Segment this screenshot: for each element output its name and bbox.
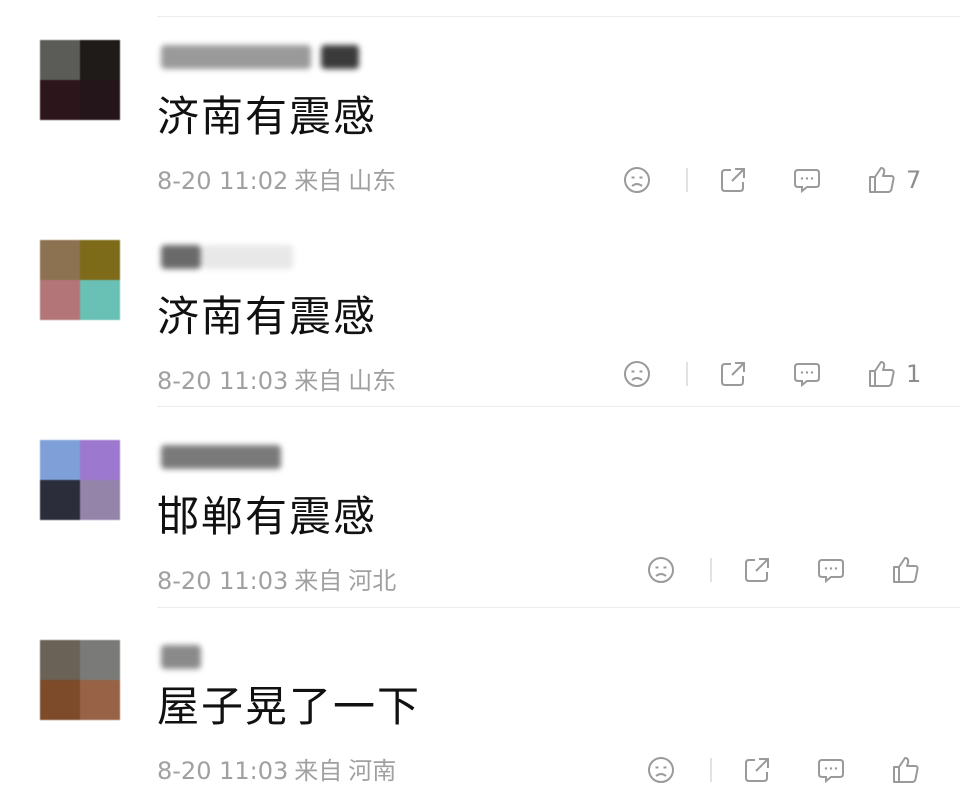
comment-time: 8-20 11:02 <box>157 167 289 195</box>
username-redacted[interactable] <box>161 639 206 675</box>
like-button[interactable] <box>890 554 922 586</box>
share-button[interactable] <box>742 755 772 785</box>
like-button[interactable]: 1 <box>866 358 921 390</box>
comment-item: 济南有震感 8-20 11:02 来自 山东 7 <box>0 17 960 217</box>
dislike-button[interactable] <box>646 755 676 785</box>
avatar[interactable] <box>40 40 120 120</box>
comment-meta: 8-20 11:03 来自 河北 <box>157 565 396 597</box>
sad-face-icon <box>648 557 674 583</box>
comment-text: 济南有震感 <box>157 292 378 341</box>
comment-time: 8-20 11:03 <box>157 757 289 785</box>
comment-actions: 7 <box>622 163 921 197</box>
comment-icon <box>794 169 820 194</box>
dislike-button[interactable] <box>646 555 676 585</box>
from-label: 来自 <box>294 167 343 195</box>
username-redacted[interactable] <box>161 239 301 275</box>
sad-face-icon <box>648 757 674 783</box>
dislike-button[interactable] <box>622 359 652 389</box>
comment-actions <box>646 753 922 787</box>
like-button[interactable] <box>890 754 922 786</box>
comment-location: 河南 <box>348 757 397 785</box>
thumbs-up-icon <box>893 757 919 783</box>
comment-icon <box>818 559 844 584</box>
row-divider <box>157 406 960 407</box>
avatar[interactable] <box>40 640 120 720</box>
comment-item: 邯郸有震感 8-20 11:03 来自 河北 <box>0 417 960 617</box>
comment-icon <box>794 363 820 388</box>
username-redacted[interactable] <box>161 439 286 475</box>
comment-button[interactable] <box>792 359 822 389</box>
share-button[interactable] <box>718 359 748 389</box>
comment-location: 山东 <box>348 167 397 195</box>
avatar[interactable] <box>40 240 120 320</box>
share-icon <box>721 362 745 386</box>
share-icon <box>721 168 745 192</box>
from-label: 来自 <box>294 367 343 395</box>
share-icon <box>745 758 769 782</box>
share-icon <box>745 558 769 582</box>
comment-text: 邯郸有震感 <box>157 492 378 541</box>
comment-item: 屋子晃了一下 8-20 11:03 来自 河南 <box>0 617 960 795</box>
divider <box>686 362 688 386</box>
share-button[interactable] <box>718 165 748 195</box>
comment-button[interactable] <box>816 755 846 785</box>
comment-button[interactable] <box>792 165 822 195</box>
comment-meta: 8-20 11:03 来自 山东 <box>157 365 396 397</box>
divider <box>710 758 712 782</box>
divider <box>710 558 712 582</box>
thumbs-up-icon <box>869 167 895 193</box>
comment-icon <box>818 759 844 784</box>
like-button[interactable]: 7 <box>866 164 921 196</box>
sad-face-icon <box>624 361 650 387</box>
from-label: 来自 <box>294 567 343 595</box>
comment-meta: 8-20 11:03 来自 河南 <box>157 755 396 787</box>
share-button[interactable] <box>742 555 772 585</box>
comment-button[interactable] <box>816 555 846 585</box>
comment-text: 济南有震感 <box>157 92 378 141</box>
like-count: 7 <box>906 166 922 194</box>
sad-face-icon <box>624 167 650 193</box>
dislike-button[interactable] <box>622 165 652 195</box>
comment-actions <box>646 553 922 587</box>
comment-location: 山东 <box>348 367 397 395</box>
row-divider <box>157 607 960 608</box>
comment-meta: 8-20 11:02 来自 山东 <box>157 165 396 197</box>
thumbs-up-icon <box>893 557 919 583</box>
comment-item: 济南有震感 8-20 11:03 来自 山东 1 <box>0 217 960 417</box>
divider <box>686 168 688 192</box>
comment-actions: 1 <box>622 357 921 391</box>
username-redacted[interactable] <box>161 39 361 75</box>
comment-time: 8-20 11:03 <box>157 367 289 395</box>
comment-time: 8-20 11:03 <box>157 567 289 595</box>
like-count: 1 <box>906 360 922 388</box>
thumbs-up-icon <box>869 361 895 387</box>
comment-location: 河北 <box>348 567 397 595</box>
comment-text: 屋子晃了一下 <box>157 682 422 731</box>
avatar[interactable] <box>40 440 120 520</box>
from-label: 来自 <box>294 757 343 785</box>
